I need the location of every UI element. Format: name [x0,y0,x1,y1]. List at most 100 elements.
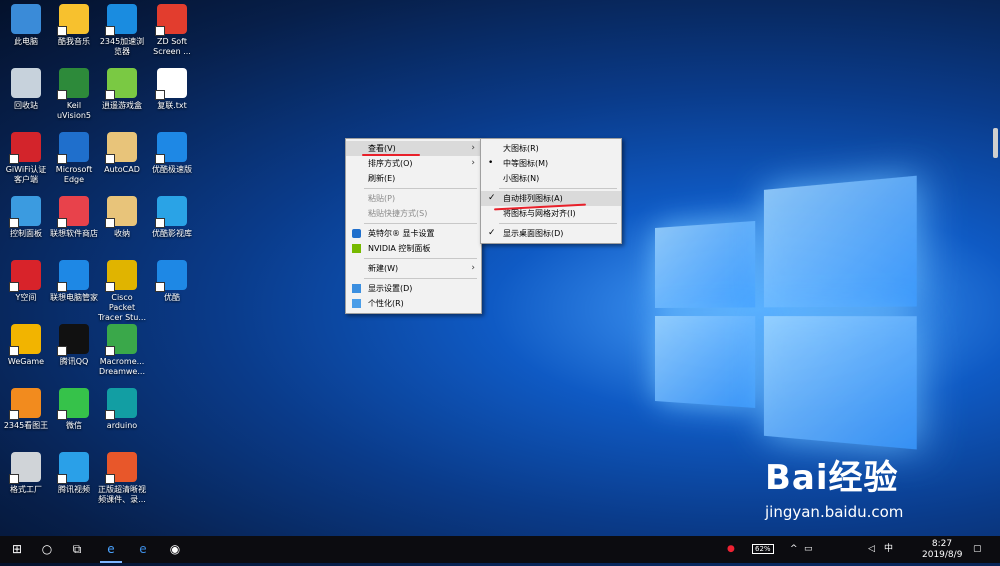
menu-item-sort[interactable]: 排序方式(O) › [346,156,481,171]
desktop-icon[interactable]: 格式工厂 [2,452,50,495]
desktop-icon[interactable]: 2345加速浏览器 [98,4,146,57]
menu-item-personalize[interactable]: 个性化(R) [346,296,481,311]
search-button[interactable]: ○ [32,536,62,563]
desktop-icon[interactable]: 腾讯视频 [50,452,98,495]
desktop-icon-label: Y空间 [15,293,37,302]
desktop-icon-label: 联想电脑管家 [50,293,98,302]
menu-item-intel-graphics[interactable]: 英特尔® 显卡设置 [346,226,481,241]
desktop-icon-label: 逍遥游戏盒 [102,101,142,110]
tray-app-icon[interactable]: ● [727,536,735,563]
desktop-icon[interactable]: 正版超清晰视频课件、录... [98,452,146,505]
app-icon [9,132,41,164]
desktop-icon[interactable]: Keil uVision5 [50,68,98,121]
desktop-icon[interactable]: arduino [98,388,146,431]
desktop-icon[interactable]: Cisco Packet Tracer Stu... [98,260,146,323]
app-icon [155,4,187,36]
menu-item-display-settings[interactable]: 显示设置(D) [346,281,481,296]
desktop-icon[interactable]: ZD Soft Screen ... [148,4,196,57]
desktop-icon[interactable]: GiWiFi认证客户端 [2,132,50,185]
desktop-icon[interactable]: 微信 [50,388,98,431]
notification-icon[interactable]: ▢ [973,536,982,563]
desktop-icon[interactable]: 回收站 [2,68,50,111]
desktop-icon[interactable]: 优酷 [148,260,196,303]
desktop-icon-label: 优酷影视库 [152,229,192,238]
baidu-watermark: Bai经验 jingyan.baidu.com [765,458,904,521]
taskbar-app-2345-browser[interactable]: e [96,536,126,563]
app-icon [57,324,89,356]
submenu-show-desktop-icons[interactable]: ✓ 显示桌面图标(D) [481,226,621,241]
tray-expand-icon[interactable]: ^ [790,536,798,563]
desktop-icon[interactable]: Y空间 [2,260,50,303]
desktop-icon[interactable]: AutoCAD [98,132,146,175]
desktop-icon-label: 回收站 [14,101,38,110]
annotation-underline [362,154,420,156]
desktop-icon[interactable]: 控制面板 [2,196,50,239]
app-icon [105,196,137,228]
desktop-icon-label: 控制面板 [10,229,42,238]
desktop-icon-label: Microsoft Edge [55,165,93,184]
app-icon [57,452,89,484]
desktop-icon-label: 联想软件商店 [50,229,98,238]
menu-separator [364,188,477,189]
volume-icon[interactable]: ◁ [868,536,875,563]
desktop-icon-label: Keil uVision5 [56,101,92,120]
view-submenu: 大图标(R) • 中等图标(M) 小图标(N) ✓ 自动排列图标(A) 将图标与网格… [480,138,622,244]
battery-indicator[interactable]: 62% [752,536,774,563]
desktop-icon[interactable]: 联想电脑管家 [50,260,98,303]
start-button[interactable]: ⊞ [2,536,32,563]
desktop-icon-label: 复联.txt [157,101,187,110]
desktop-icon-label: 2345加速浏览器 [99,37,145,56]
menu-item-refresh[interactable]: 刷新(E) [346,171,481,186]
desktop-icon[interactable]: WeGame [2,324,50,367]
taskbar: ⊞ ○ ⧉ e e ◉ ● 62% ^ ▭ ◁ 中 8:27 2019/8/9 … [0,536,1000,563]
desktop-icon-label: 腾讯视频 [58,485,90,494]
desktop-icon-label: Cisco Packet Tracer Stu... [98,293,146,322]
desktop-icon-label: 优酷极速版 [152,165,192,174]
taskbar-app-capture[interactable]: ◉ [160,536,190,563]
desktop-icon[interactable]: 此电脑 [2,4,50,47]
app-icon [9,388,41,420]
app-icon [57,4,89,36]
app-icon [57,68,89,100]
context-menu: 查看(V) › 排序方式(O) › 刷新(E) 粘贴(P) 粘贴快捷方式(S) 英特… [345,138,482,314]
app-icon [57,196,89,228]
app-icon [105,132,137,164]
desktop-icon[interactable]: 收纳 [98,196,146,239]
menu-item-nvidia[interactable]: NVIDIA 控制面板 [346,241,481,256]
desktop-icon[interactable]: 逍遥游戏盒 [98,68,146,111]
desktop-icon-label: 酷我音乐 [58,37,90,46]
menu-separator [364,223,477,224]
desktop-icon[interactable]: 腾讯QQ [50,324,98,367]
scrollbar-thumb[interactable] [993,128,998,158]
menu-item-new[interactable]: 新建(W) › [346,261,481,276]
app-icon [9,196,41,228]
desktop-icon-label: 腾讯QQ [59,357,89,366]
submenu-small-icons[interactable]: 小图标(N) [481,171,621,186]
submenu-auto-arrange[interactable]: ✓ 自动排列图标(A) [481,191,621,206]
app-icon [57,132,89,164]
windows-logo-glow [655,163,926,468]
intel-icon [352,229,361,238]
desktop-icon[interactable]: 优酷影视库 [148,196,196,239]
app-icon [105,324,137,356]
submenu-medium-icons[interactable]: • 中等图标(M) [481,156,621,171]
desktop-icon[interactable]: 联想软件商店 [50,196,98,239]
desktop-icon[interactable]: Microsoft Edge [50,132,98,185]
desktop-icon[interactable]: 优酷极速版 [148,132,196,175]
desktop-icon[interactable]: 2345看图王 [2,388,50,431]
submenu-large-icons[interactable]: 大图标(R) [481,141,621,156]
search-icon: ○ [41,542,53,556]
menu-separator [364,258,477,259]
desktop-icon[interactable]: Macrome... Dreamwe... [98,324,146,377]
taskbar-app-edge[interactable]: e [128,536,158,563]
app-icon [155,260,187,292]
task-view-button[interactable]: ⧉ [62,536,92,563]
app-icon [105,452,137,484]
windows-logo-icon: ⊞ [11,542,23,556]
app-icon [105,68,137,100]
clock[interactable]: 8:27 2019/8/9 [922,536,962,566]
desktop-icon[interactable]: 酷我音乐 [50,4,98,47]
ime-indicator[interactable]: 中 [884,536,893,563]
desktop-icon[interactable]: 复联.txt [148,68,196,111]
network-icon[interactable]: ▭ [804,536,813,563]
